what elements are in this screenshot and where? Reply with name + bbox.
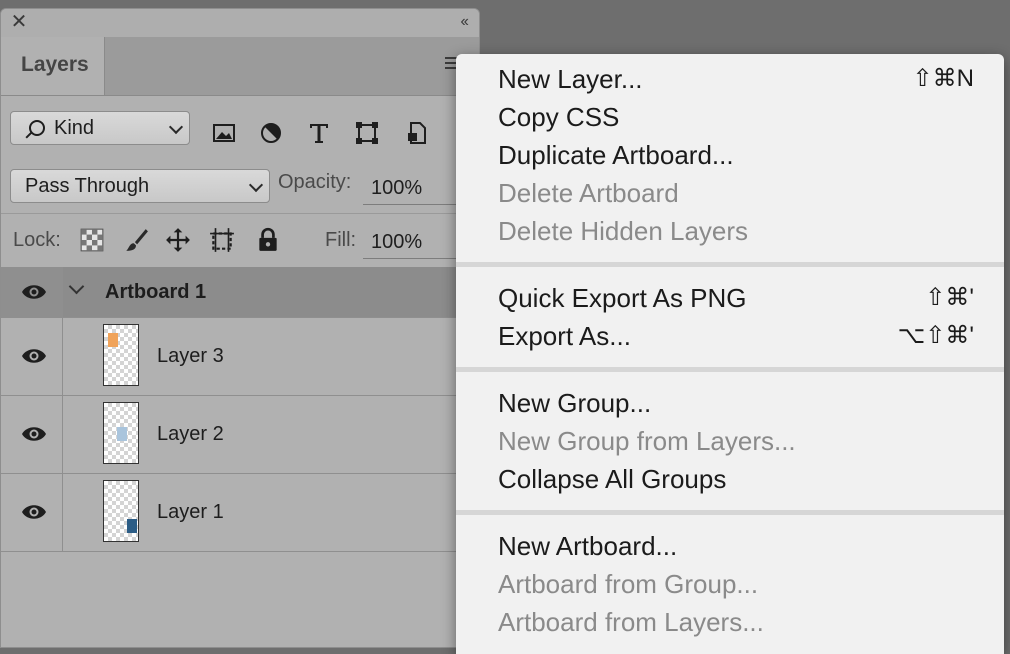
eye-icon[interactable] bbox=[21, 347, 47, 365]
layer-row[interactable]: Layer 1 bbox=[1, 473, 479, 552]
chevron-down-icon bbox=[168, 119, 184, 135]
menu-item-label: Copy CSS bbox=[498, 102, 620, 132]
lock-label: Lock: bbox=[13, 229, 61, 251]
menu-item-delete-artboard: Delete Artboard bbox=[498, 174, 974, 212]
filter-kind-label: Kind bbox=[54, 117, 95, 139]
menu-item-label: Collapse All Groups bbox=[498, 464, 727, 494]
panel-tabstrip: Layers bbox=[1, 37, 479, 96]
adjustment-filter-icon[interactable] bbox=[259, 121, 283, 145]
menu-item-new-group[interactable]: New Group... bbox=[498, 384, 974, 422]
menu-item-collapse-all-groups[interactable]: Collapse All Groups bbox=[498, 460, 974, 498]
lock-row: Lock: Fill: 100% bbox=[1, 213, 479, 270]
eye-icon[interactable] bbox=[21, 283, 47, 301]
thumbnail-swatch bbox=[127, 519, 137, 533]
visibility-cell[interactable] bbox=[1, 317, 63, 395]
menu-item-copy-css[interactable]: Copy CSS bbox=[498, 98, 974, 136]
chevron-down-icon bbox=[248, 177, 264, 193]
menu-item-label: Quick Export As PNG bbox=[498, 283, 747, 313]
visibility-cell[interactable] bbox=[1, 473, 63, 551]
menu-separator bbox=[456, 510, 1004, 515]
menu-item-label: Artboard from Layers... bbox=[498, 607, 764, 637]
panel-titlebar: ✕ ‹‹ bbox=[1, 9, 479, 37]
lock-artboard-icon[interactable] bbox=[209, 227, 235, 253]
menu-item-label: Delete Artboard bbox=[498, 178, 679, 208]
close-icon[interactable]: ✕ bbox=[9, 12, 29, 32]
menu-item-new-artboard[interactable]: New Artboard... bbox=[498, 527, 974, 565]
blend-row: Pass Through Opacity: 100% bbox=[1, 159, 479, 214]
menu-item-artboard-from-group: Artboard from Group... bbox=[498, 565, 974, 603]
menu-item-artboard-from-layers: Artboard from Layers... bbox=[498, 603, 974, 641]
menu-item-shortcut: ⇧⌘N bbox=[912, 65, 974, 92]
menu-item-label: Duplicate Artboard... bbox=[498, 140, 734, 170]
tab-layers[interactable]: Layers bbox=[1, 37, 105, 95]
layer-thumbnail bbox=[103, 480, 139, 542]
layer-name: Layer 3 bbox=[157, 345, 224, 367]
menu-item-label: New Artboard... bbox=[498, 531, 678, 561]
menu-item-label: New Group... bbox=[498, 388, 652, 418]
type-filter-icon[interactable] bbox=[307, 121, 331, 145]
smart-object-filter-icon[interactable] bbox=[405, 121, 429, 145]
menu-item-label: New Layer... bbox=[498, 64, 643, 94]
filter-row: Kind bbox=[1, 95, 479, 159]
menu-item-quick-export-as-png[interactable]: Quick Export As PNG ⇧⌘' bbox=[498, 279, 974, 317]
menu-item-shortcut: ⇧⌘' bbox=[925, 284, 974, 311]
menu-item-export-as[interactable]: Export As... ⌥⇧⌘' bbox=[498, 317, 974, 355]
lock-all-icon[interactable] bbox=[255, 227, 281, 253]
menu-separator bbox=[456, 262, 1004, 267]
menu-item-duplicate-artboard[interactable]: Duplicate Artboard... bbox=[498, 136, 974, 174]
menu-item-label: Delete Hidden Layers bbox=[498, 216, 749, 246]
layer-row[interactable]: Layer 2 bbox=[1, 395, 479, 474]
thumbnail-swatch bbox=[108, 333, 118, 347]
menu-item-delete-hidden-layers: Delete Hidden Layers bbox=[498, 212, 974, 250]
menu-item-new-layer[interactable]: New Layer... ⇧⌘N bbox=[498, 60, 974, 98]
layer-thumbnail bbox=[103, 402, 139, 464]
menu-item-new-group-from-layers: New Group from Layers... bbox=[498, 422, 974, 460]
lock-position-icon[interactable] bbox=[165, 227, 191, 253]
fill-field[interactable]: 100% bbox=[363, 227, 463, 259]
layer-row[interactable]: Layer 3 bbox=[1, 317, 479, 396]
layer-thumbnail bbox=[103, 324, 139, 386]
filter-kind-select[interactable]: Kind bbox=[10, 111, 190, 145]
collapse-panel-icon[interactable]: ‹‹ bbox=[460, 13, 469, 31]
visibility-cell[interactable] bbox=[1, 395, 63, 473]
eye-icon[interactable] bbox=[21, 425, 47, 443]
panel-flyout-menu: New Layer... ⇧⌘N Copy CSS Duplicate Artboar… bbox=[456, 54, 1004, 654]
shape-filter-icon[interactable] bbox=[355, 121, 379, 145]
artboard-row[interactable]: Artboard 1 bbox=[1, 267, 479, 318]
menu-item-shortcut: ⌥⇧⌘' bbox=[897, 322, 974, 349]
opacity-label: Opacity: bbox=[278, 171, 352, 193]
opacity-field[interactable]: 100% bbox=[363, 173, 463, 205]
menu-item-label: New Group from Layers... bbox=[498, 426, 796, 456]
lock-image-icon[interactable] bbox=[123, 227, 149, 253]
search-icon bbox=[29, 120, 45, 136]
layer-name: Layer 2 bbox=[157, 423, 224, 445]
menu-separator bbox=[456, 367, 1004, 372]
visibility-cell[interactable] bbox=[1, 267, 63, 317]
blend-mode-select[interactable]: Pass Through bbox=[10, 169, 270, 203]
lock-transparent-icon[interactable] bbox=[79, 227, 105, 253]
thumbnail-swatch bbox=[117, 427, 127, 441]
image-filter-icon[interactable] bbox=[212, 121, 236, 145]
menu-item-label: Artboard from Group... bbox=[498, 569, 759, 599]
layer-name: Layer 1 bbox=[157, 501, 224, 523]
eye-icon[interactable] bbox=[21, 503, 47, 521]
blend-mode-value: Pass Through bbox=[25, 175, 150, 197]
fill-label: Fill: bbox=[325, 229, 357, 251]
artboard-name: Artboard 1 bbox=[105, 281, 207, 303]
menu-item-label: Export As... bbox=[498, 321, 631, 351]
layers-panel: ✕ ‹‹ Layers Kind Pass Through Opacity: 1… bbox=[0, 8, 480, 648]
